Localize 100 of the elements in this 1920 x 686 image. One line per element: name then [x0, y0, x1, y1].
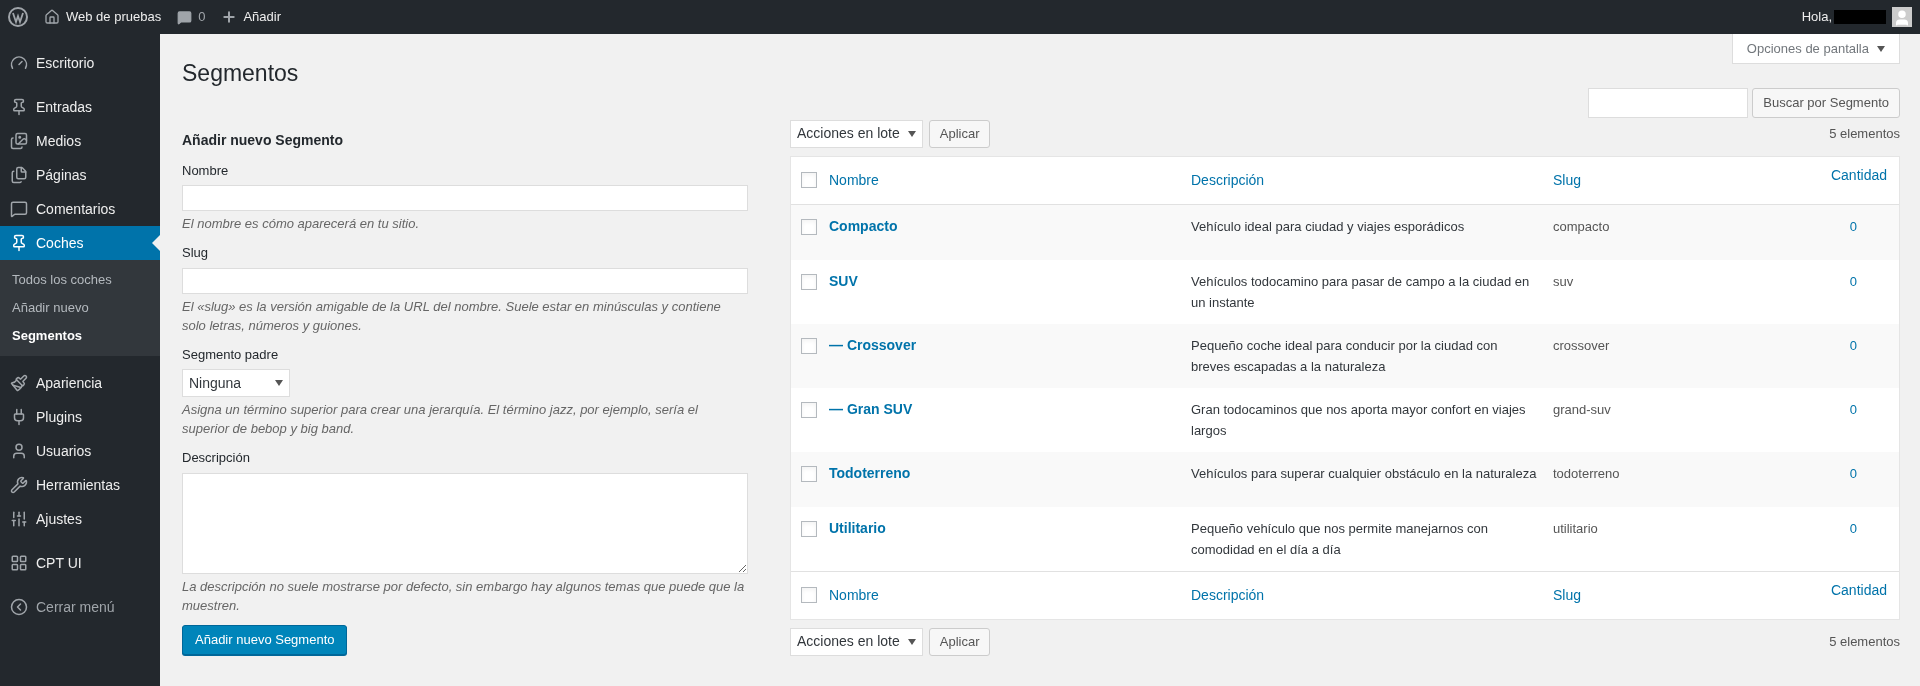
form-heading: Añadir nuevo Segmento — [182, 130, 345, 150]
sidebar-item[interactable]: Escritorio — [0, 46, 160, 80]
count-link[interactable]: 0 — [1789, 517, 1899, 539]
sidebar-item[interactable]: Ajustes — [0, 502, 160, 536]
column-header[interactable]: Nombre — [829, 169, 1191, 191]
count-link[interactable]: 0 — [1789, 462, 1899, 484]
page-title: Segmentos — [182, 59, 299, 88]
collapse-menu-button[interactable]: Cerrar menú — [0, 590, 160, 624]
table-cell-text: Vehículos todocamino para pasar de campo a la ciudad en un instante — [1191, 272, 1531, 312]
term-name-link[interactable]: — Gran SUV — [829, 398, 1191, 432]
parent-select[interactable]: Ninguna — [182, 369, 290, 397]
term-name-link[interactable]: Utilitario — [829, 517, 1191, 551]
sidebar-item[interactable]: CPT UI — [0, 546, 160, 580]
sidebar-item[interactable]: Comentarios — [0, 192, 160, 226]
count-link[interactable]: 0 — [1789, 334, 1899, 356]
table-cell-text: crossover — [1553, 336, 1611, 355]
field-label: Nombre — [182, 161, 230, 180]
column-header[interactable]: Descripción — [1191, 169, 1553, 191]
search-button[interactable]: Buscar por Segmento — [1752, 87, 1900, 118]
pages-icon — [10, 166, 28, 184]
description-field[interactable] — [182, 472, 748, 574]
paintbrush-icon — [10, 374, 28, 392]
count-link[interactable]: 0 — [1789, 398, 1899, 420]
sidebar-item[interactable]: Plugins — [0, 400, 160, 434]
comments-link[interactable]: 0 — [177, 7, 206, 27]
logo-icon[interactable] — [8, 7, 28, 27]
dashboard-gauge-icon — [10, 54, 28, 72]
term-name-link[interactable]: SUV — [829, 270, 1191, 304]
term-name-link[interactable]: Todoterreno — [829, 462, 1191, 496]
speech-bubble-icon — [177, 9, 193, 25]
column-header[interactable]: Slug — [1553, 169, 1789, 191]
greeting[interactable]: Hola, — [1801, 7, 1832, 27]
search-field[interactable] — [1588, 87, 1749, 118]
submenu-item[interactable]: Todos los coches — [0, 266, 160, 294]
sidebar-item[interactable]: Herramientas — [0, 468, 160, 502]
submenu-item[interactable]: Segmentos — [0, 322, 160, 350]
term-name-link[interactable]: — Crossover — [829, 334, 1191, 368]
sidebar-item[interactable]: Medios — [0, 124, 160, 158]
pin-icon — [10, 98, 28, 116]
sliders-icon — [10, 510, 28, 528]
dropdown-caret-icon — [275, 380, 283, 386]
text-field[interactable] — [182, 267, 748, 294]
column-header[interactable]: Nombre — [829, 584, 1191, 606]
help-text: El «slug» es la versión amigable de la URL del nombre. Suele estar en minúsculas y contiene solo letras, números y guiones. — [182, 297, 722, 335]
checkbox[interactable] — [801, 337, 817, 354]
field-label: Segmento padre — [182, 345, 280, 364]
field-label: Slug — [182, 244, 210, 262]
wrench-icon — [10, 476, 28, 494]
speech-bubble-icon — [10, 200, 28, 218]
checkbox[interactable] — [801, 218, 817, 235]
grid-icon — [10, 554, 28, 572]
sidebar-item[interactable]: Páginas — [0, 158, 160, 192]
apply-button[interactable]: Aplicar — [928, 119, 991, 148]
bulk-actions-select[interactable]: Acciones en lote — [790, 627, 923, 656]
sidebar-item[interactable]: Entradas — [0, 90, 160, 124]
submenu-item[interactable]: Añadir nuevo — [0, 294, 160, 322]
checkbox[interactable] — [801, 520, 817, 537]
checkbox[interactable] — [801, 587, 817, 603]
table-cell-text: Gran todocaminos que nos aporta mayor confort en viajes largos — [1191, 400, 1527, 440]
field-label: Descripción — [182, 449, 251, 467]
table-cell-text: grand-suv — [1553, 400, 1612, 419]
checkbox[interactable] — [801, 465, 817, 482]
column-header[interactable]: Slug — [1553, 584, 1789, 606]
table-cell-text: utilitario — [1553, 519, 1599, 538]
screen-options-button[interactable]: Opciones de pantalla — [1731, 34, 1900, 64]
table-cell-text: suv — [1553, 272, 1575, 291]
table-cell-text: Pequeño vehículo que nos permite manejarnos con comodidad en el día a día — [1191, 519, 1490, 559]
help-text: La descripción no suele mostrarse por defecto, sin embargo hay algunos temas que puede que la muestren. — [182, 577, 746, 615]
column-header[interactable]: Descripción — [1191, 584, 1553, 606]
new-link[interactable]: Añadir — [221, 7, 281, 27]
user-icon — [10, 442, 28, 460]
sidebar-item[interactable]: Apariencia — [0, 366, 160, 400]
count-link[interactable]: 0 — [1789, 270, 1899, 292]
sidebar-item[interactable]: Usuarios — [0, 434, 160, 468]
checkbox[interactable] — [801, 172, 817, 188]
table-cell-text: Pequeño coche ideal para conducir por la ciudad con breves escapadas a la naturaleza — [1191, 336, 1499, 376]
collapse-icon — [10, 598, 28, 616]
column-header[interactable]: Cantidad — [1789, 164, 1899, 186]
current-pointer-icon — [152, 235, 160, 251]
item-count: 5 elementos — [1829, 124, 1900, 143]
redacted-name-block — [1834, 10, 1886, 24]
item-count: 5 elementos — [1829, 632, 1900, 651]
table-cell-text: Vehículo ideal para ciudad y viajes esporádicos — [1191, 217, 1466, 236]
checkbox[interactable] — [801, 273, 817, 290]
bulk-actions-select[interactable]: Acciones en lote — [790, 119, 923, 148]
column-header[interactable]: Cantidad — [1789, 579, 1899, 601]
term-name-link[interactable]: Compacto — [829, 215, 1191, 249]
text-field[interactable] — [182, 185, 748, 211]
media-images-icon — [10, 132, 28, 150]
checkbox[interactable] — [801, 401, 817, 418]
avatar[interactable] — [1892, 7, 1912, 27]
home-icon — [44, 9, 60, 25]
add-segment-button[interactable]: Añadir nuevo Segmento — [182, 624, 348, 655]
count-link[interactable]: 0 — [1789, 215, 1899, 237]
apply-button[interactable]: Aplicar — [928, 627, 991, 656]
sidebar-item[interactable]: Coches — [0, 226, 160, 260]
help-text: Asigna un término superior para crear una jerarquía. El término jazz, por ejemplo, sería el superior de bebop y big band. — [182, 401, 699, 438]
dropdown-caret-icon — [1877, 45, 1885, 52]
table-cell-text: todoterreno — [1553, 464, 1621, 483]
site-name-link[interactable]: Web de pruebas — [44, 7, 162, 27]
